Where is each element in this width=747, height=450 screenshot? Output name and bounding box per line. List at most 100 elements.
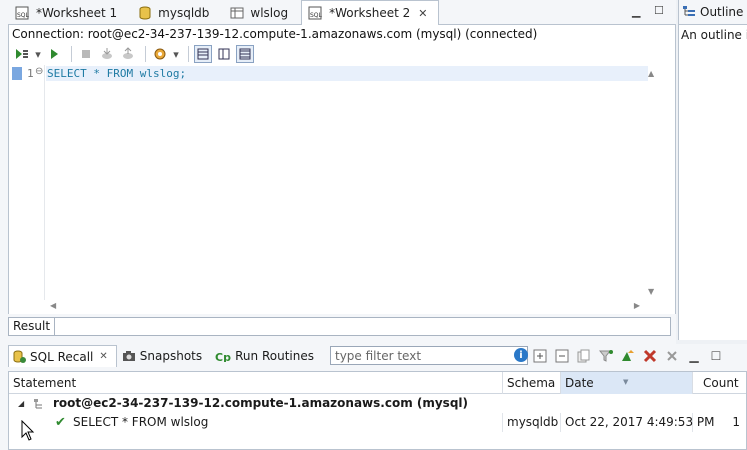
sql-worksheet-icon: SQL xyxy=(308,6,324,20)
column-header-label: Date xyxy=(565,376,594,390)
execute-statement-icon[interactable] xyxy=(13,45,31,63)
info-icon[interactable]: i xyxy=(514,348,528,362)
column-header-count[interactable]: Count xyxy=(693,372,747,394)
fold-icon[interactable]: ⊖ xyxy=(35,66,43,77)
cell-schema: mysqldb xyxy=(503,413,561,432)
stop-icon[interactable] xyxy=(77,45,95,63)
sort-descending-icon: ▼ xyxy=(623,378,629,386)
collapse-triangle-icon[interactable]: ◢ xyxy=(18,394,24,413)
editor-pane: SQL *Worksheet 1 mysqldb wlslog SQL *Wor… xyxy=(0,0,676,344)
expand-all-icon[interactable] xyxy=(531,347,549,365)
rollback-icon[interactable] xyxy=(119,45,137,63)
tab-label: *Worksheet 2 xyxy=(329,6,411,20)
layout-horizontal-icon[interactable] xyxy=(194,45,212,63)
code-identifier: wlslog; xyxy=(133,67,187,80)
collapse-all-icon[interactable] xyxy=(553,347,571,365)
tab-label: *Worksheet 1 xyxy=(36,5,118,20)
cell-date: Oct 22, 2017 4:49:53 PM xyxy=(561,413,714,432)
copy-icon[interactable] xyxy=(575,347,593,365)
vertical-scrollbar[interactable]: ▲ ▼ xyxy=(645,65,659,300)
svg-text:SQL: SQL xyxy=(310,12,323,19)
tab-label: Snapshots xyxy=(139,349,203,363)
column-header-schema[interactable]: Schema xyxy=(503,372,561,394)
sql-recall-icon xyxy=(12,350,26,364)
scroll-down-icon[interactable]: ▼ xyxy=(648,287,654,296)
cell-count: 1 xyxy=(732,415,740,429)
scroll-left-icon[interactable]: ◀ xyxy=(50,301,56,310)
tab-label: SQL Recall xyxy=(30,349,94,364)
layout-vertical-icon[interactable] xyxy=(215,45,233,63)
filter-icon[interactable] xyxy=(597,347,615,365)
svg-text:SQL: SQL xyxy=(17,12,30,19)
toolbar-divider xyxy=(145,46,146,62)
tab-mysqldb[interactable]: mysqldb xyxy=(130,0,220,24)
database-icon xyxy=(137,6,153,20)
run-routines-icon: Cp xyxy=(215,350,231,362)
delete-all-icon[interactable] xyxy=(641,347,659,365)
table-icon xyxy=(229,6,245,20)
svg-text:Cp: Cp xyxy=(215,351,231,362)
group-statement: root@ec2-34-237-139-12.compute-1.amazona… xyxy=(53,396,469,410)
code-keyword: FROM xyxy=(106,67,134,80)
commit-icon[interactable] xyxy=(98,45,116,63)
horizontal-scrollbar[interactable]: ◀ ▶ xyxy=(45,300,645,314)
recall-toolbar: ▁ ☐ xyxy=(531,347,729,365)
outline-icon xyxy=(682,5,696,19)
outline-tab[interactable]: Outline xyxy=(679,0,747,25)
line-gutter: 1 ⊖ xyxy=(9,65,45,300)
tab-wlslog[interactable]: wlslog xyxy=(222,0,299,24)
line-number: 1 xyxy=(27,67,34,80)
scroll-up-icon[interactable]: ▲ xyxy=(648,69,654,78)
maximize-icon[interactable]: ☐ xyxy=(654,4,664,17)
grid-header: Statement Schema Date ▼ Count xyxy=(9,372,746,394)
result-bar: Result xyxy=(8,317,671,336)
minimize-icon[interactable]: ▁ xyxy=(685,347,703,365)
editor-tab-bar: SQL *Worksheet 1 mysqldb wlslog SQL *Wor… xyxy=(8,0,676,25)
sql-recall-grid: Statement Schema Date ▼ Count ◢ root@ec2-… xyxy=(8,371,747,450)
delete-icon[interactable] xyxy=(663,347,681,365)
tab-label: mysqldb xyxy=(158,5,210,20)
editor-toolbar: ▾ ▾ xyxy=(8,43,676,65)
tab-run-routines[interactable]: Cp Run Routines xyxy=(212,345,322,367)
cell-statement: SELECT * FROM wlslog xyxy=(69,413,503,432)
chevron-down-icon[interactable]: ▾ xyxy=(172,45,180,63)
table-row[interactable]: ✔ SELECT * FROM wlslog mysqldb Oct 22, 2… xyxy=(9,413,746,432)
code-keyword: SELECT xyxy=(47,67,87,80)
outline-pane: Outline An outline is xyxy=(678,0,747,340)
tab-label: wlslog xyxy=(250,5,289,20)
code-token: * xyxy=(86,67,107,80)
toolbar-divider xyxy=(188,46,189,62)
result-tab[interactable]: Result xyxy=(9,318,56,335)
chevron-down-icon[interactable]: ▾ xyxy=(34,45,42,63)
sql-editor[interactable]: 1 ⊖ SELECT * FROM wlslog; ▲ ▼ ◀ ▶ xyxy=(8,65,676,314)
connection-status: Connection: root@ec2-34-237-139-12.compu… xyxy=(8,25,676,43)
scroll-right-icon[interactable]: ▶ xyxy=(634,301,640,310)
code-line[interactable]: SELECT * FROM wlslog; xyxy=(46,66,648,81)
table-row[interactable]: ◢ root@ec2-34-237-139-12.compute-1.amazo… xyxy=(9,394,746,413)
column-header-date[interactable]: Date ▼ xyxy=(561,372,693,394)
connection-selector-icon[interactable] xyxy=(151,45,169,63)
current-line-marker xyxy=(12,67,22,80)
outline-message: An outline is xyxy=(681,28,747,42)
tab-snapshots[interactable]: Snapshots xyxy=(119,345,210,367)
tab-label: Run Routines xyxy=(235,349,314,363)
camera-icon xyxy=(122,350,136,362)
toolbar-divider xyxy=(71,46,72,62)
maximize-icon[interactable]: ☐ xyxy=(707,347,725,365)
tab-sql-recall[interactable]: SQL Recall ✕ xyxy=(8,345,117,367)
minimize-icon[interactable]: ▁ xyxy=(632,5,640,18)
sql-worksheet-icon: SQL xyxy=(15,6,31,20)
column-header-statement[interactable]: Statement xyxy=(9,372,503,394)
close-icon[interactable]: ✕ xyxy=(418,7,427,20)
outline-title: Outline xyxy=(700,5,744,19)
bottom-pane: SQL Recall ✕ Snapshots Cp Run Routines i xyxy=(0,344,747,450)
close-icon[interactable]: ✕ xyxy=(99,351,107,362)
tab-worksheet-1[interactable]: SQL *Worksheet 1 xyxy=(8,0,128,24)
filter-input[interactable] xyxy=(330,346,528,365)
run-icon[interactable] xyxy=(45,45,63,63)
layout-editor-only-icon[interactable] xyxy=(236,45,254,63)
check-icon: ✔ xyxy=(55,415,66,430)
refresh-schema-icon[interactable] xyxy=(619,347,637,365)
mouse-cursor-icon xyxy=(21,420,35,441)
tab-worksheet-2[interactable]: SQL *Worksheet 2 ✕ xyxy=(301,0,439,25)
